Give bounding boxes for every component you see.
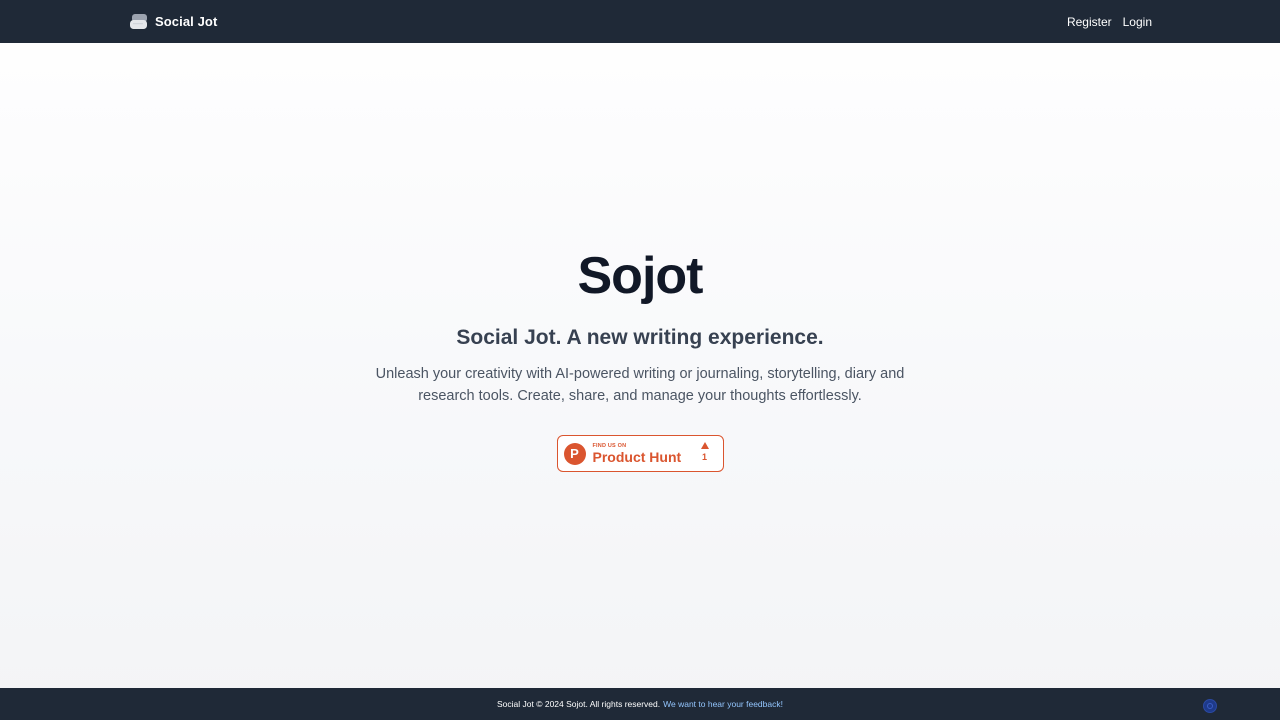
- product-hunt-text: FIND US ON Product Hunt: [593, 443, 682, 465]
- vote-count: 1: [701, 452, 707, 462]
- brand-logo-link[interactable]: Social Jot: [130, 13, 218, 30]
- top-navbar: Social Jot Register Login: [0, 0, 1280, 43]
- chat-widget-inner: [1207, 703, 1213, 709]
- hero-title: Sojot: [577, 247, 704, 305]
- hero-subtitle: Social Jot. A new writing experience.: [456, 326, 824, 349]
- footer-copyright: Social Jot © 2024 Sojot. All rights rese…: [497, 699, 661, 709]
- product-hunt-logo-icon: P: [563, 442, 586, 465]
- login-link[interactable]: Login: [1123, 15, 1152, 29]
- chat-bubbles-icon: [130, 13, 147, 29]
- register-link[interactable]: Register: [1067, 15, 1112, 29]
- triangle-up-icon: [700, 442, 709, 449]
- nav-links: Register Login: [1067, 15, 1152, 29]
- upvote-counter: 1: [700, 442, 709, 462]
- product-hunt-badge[interactable]: P FIND US ON Product Hunt 1: [556, 435, 724, 472]
- brand-name: Social Jot: [155, 14, 218, 29]
- hero-section: Sojot Social Jot. A new writing experien…: [0, 43, 1280, 688]
- footer: Social Jot © 2024 Sojot. All rights rese…: [0, 688, 1280, 720]
- chat-widget-icon[interactable]: [1203, 699, 1217, 713]
- hero-description: Unleash your creativity with AI-powered …: [375, 366, 905, 404]
- product-hunt-name: Product Hunt: [592, 448, 682, 465]
- feedback-link[interactable]: We want to hear your feedback!: [663, 699, 783, 709]
